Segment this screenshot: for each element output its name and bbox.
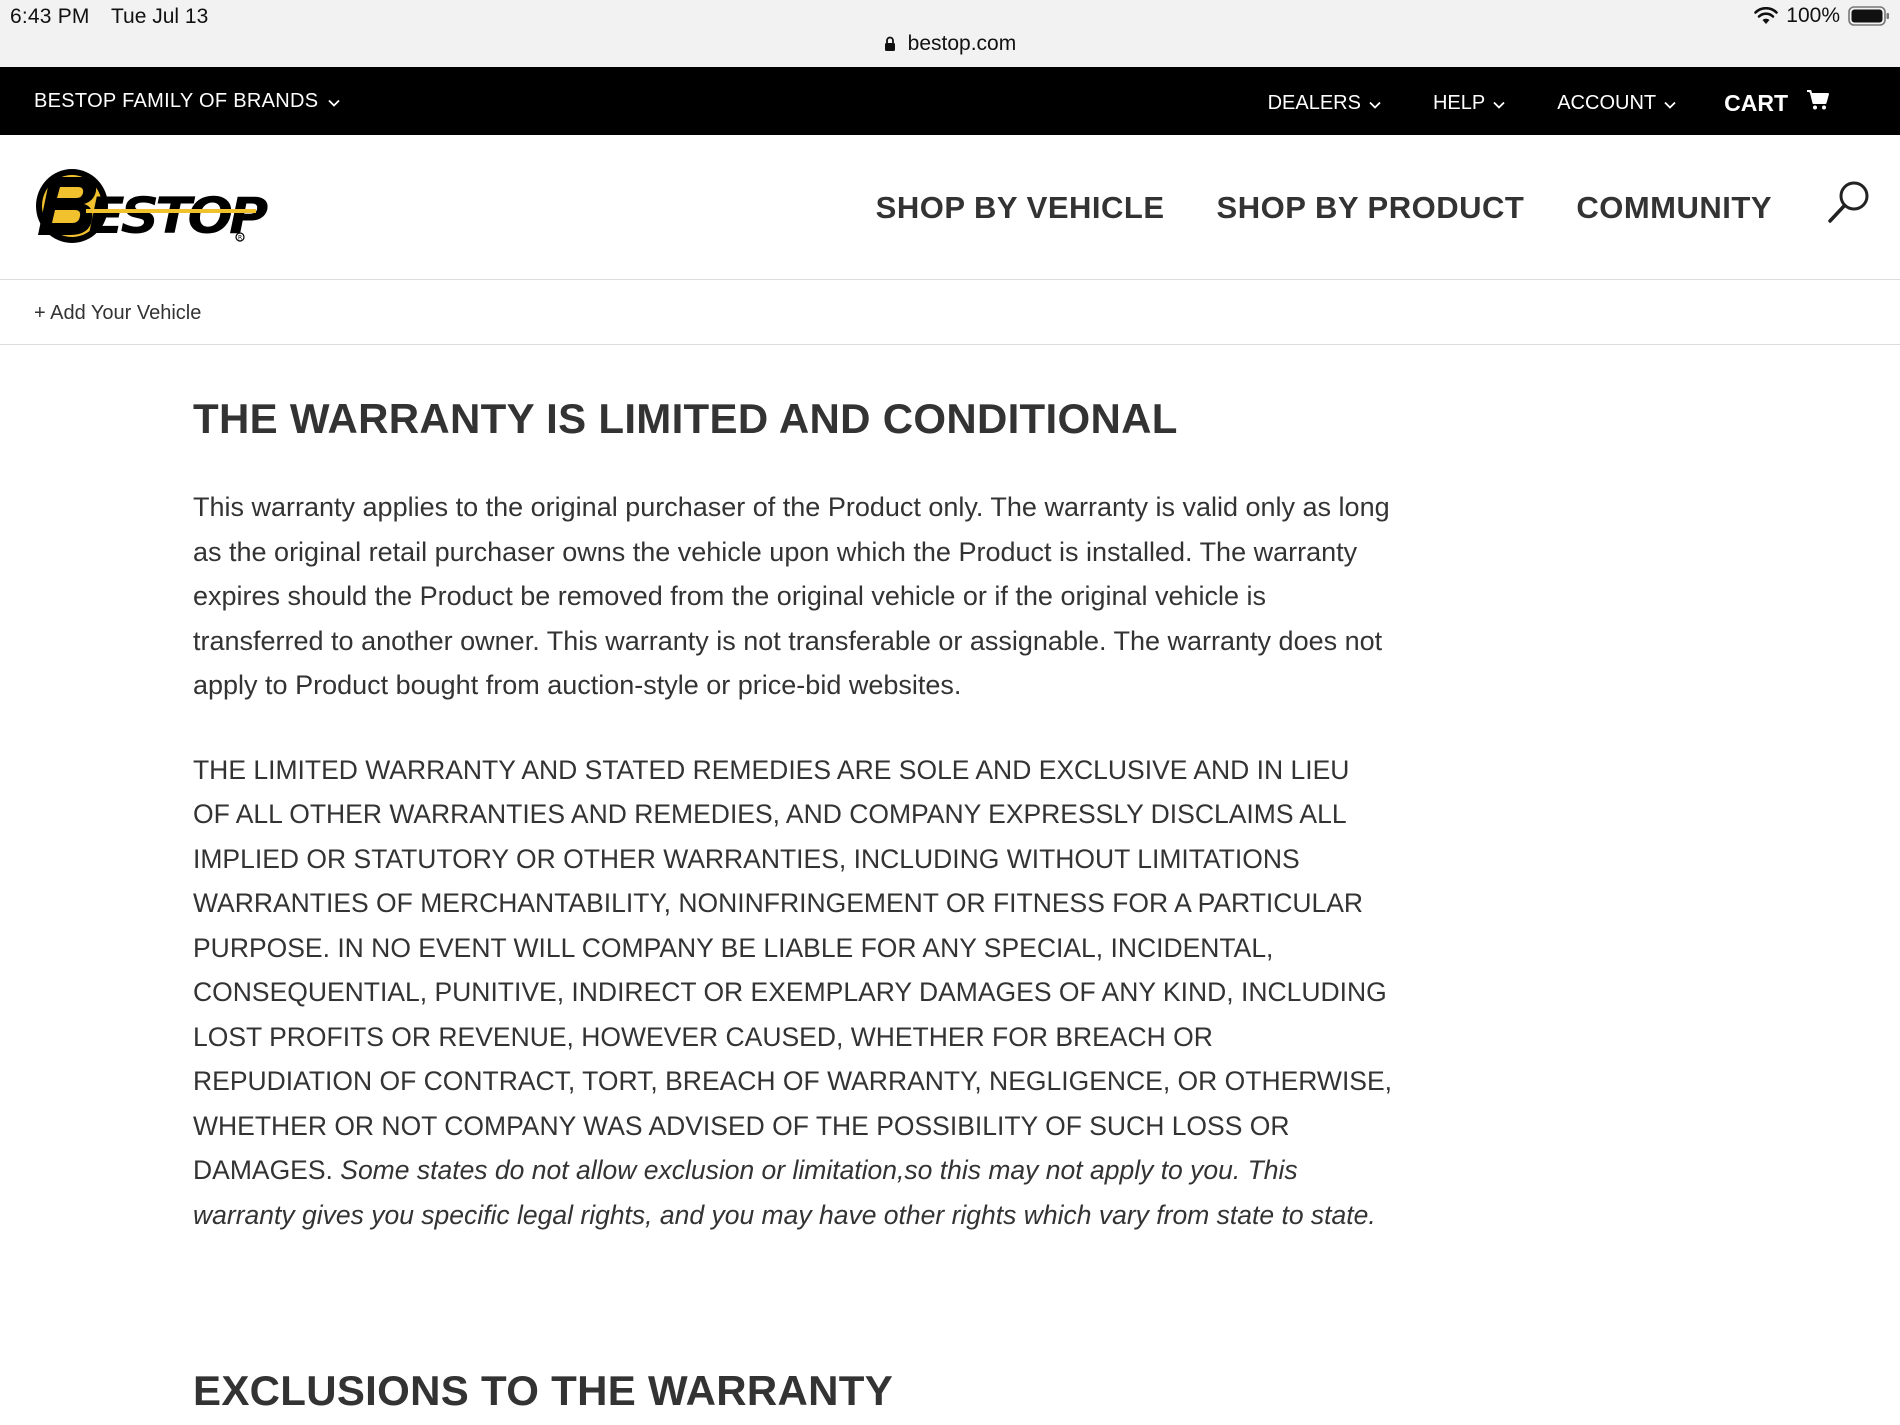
utility-nav: DEALERS HELP ACCOUNT CART	[1216, 89, 1830, 117]
chevron-down-icon	[328, 90, 341, 113]
lock-icon	[884, 34, 896, 58]
cart-label: CART	[1724, 89, 1788, 116]
cart-link[interactable]: CART	[1724, 89, 1830, 117]
svg-text:R: R	[238, 235, 242, 242]
browser-status-bar: 6:43 PM Tue Jul 13 100% bestop.com	[0, 0, 1900, 67]
nav-shop-by-product[interactable]: SHOP BY PRODUCT	[1217, 190, 1525, 226]
add-vehicle-link[interactable]: + Add Your Vehicle	[34, 302, 201, 325]
help-label: HELP	[1432, 91, 1486, 114]
disclaimer-caps-text: THE LIMITED WARRANTY AND STATED REMEDIES…	[193, 754, 1393, 1186]
utility-bar: BESTOP FAMILY OF BRANDS DEALERS HELP ACC…	[0, 67, 1900, 135]
vehicle-selector-bar: + Add Your Vehicle	[0, 280, 1900, 345]
main-nav: SHOP BY VEHICLE SHOP BY PRODUCT COMMUNIT…	[876, 190, 1772, 226]
family-of-brands-dropdown[interactable]: BESTOP FAMILY OF BRANDS	[34, 90, 341, 113]
wifi-icon	[1754, 7, 1779, 25]
address-bar[interactable]: bestop.com	[0, 32, 1900, 58]
warranty-paragraph: This warranty applies to the original pu…	[193, 492, 1390, 700]
nav-shop-by-vehicle[interactable]: SHOP BY VEHICLE	[876, 190, 1165, 226]
chevron-down-icon	[1664, 92, 1676, 115]
battery-icon	[1848, 6, 1890, 26]
chevron-down-icon	[1493, 92, 1505, 115]
dealers-label: DEALERS	[1267, 91, 1361, 114]
disclaimer-italic-text: Some states do not allow exclusion or li…	[193, 1155, 1376, 1230]
section-title: THE WARRANTY IS LIMITED AND CONDITIONAL	[193, 395, 1178, 442]
nav-community[interactable]: COMMUNITY	[1576, 190, 1772, 226]
dealers-dropdown[interactable]: DEALERS	[1268, 92, 1381, 115]
cart-icon	[1806, 89, 1830, 117]
account-label: ACCOUNT	[1557, 91, 1657, 114]
status-date: Tue Jul 13	[111, 5, 209, 28]
help-dropdown[interactable]: HELP	[1433, 92, 1505, 115]
url-text: bestop.com	[907, 32, 1017, 55]
search-icon[interactable]	[1826, 179, 1872, 230]
main-header: ESTOP R SHOP BY VEHICLE SHOP BY PRODUCT …	[0, 135, 1900, 280]
chevron-down-icon	[1369, 92, 1381, 115]
status-indicators: 100%	[1754, 4, 1890, 28]
battery-percent: 100%	[1786, 4, 1840, 27]
account-dropdown[interactable]: ACCOUNT	[1557, 92, 1676, 115]
status-time: 6:43 PM	[10, 5, 90, 28]
warranty-content: THE WARRANTY IS LIMITED AND CONDITIONAL …	[193, 395, 1393, 1237]
next-section-title: EXCLUSIONS TO THE WARRANTY	[193, 1367, 894, 1414]
bestop-logo[interactable]: ESTOP R	[32, 165, 272, 247]
disclaimer-paragraph: THE LIMITED WARRANTY AND STATED REMEDIES…	[193, 748, 1393, 1238]
family-of-brands-label: BESTOP FAMILY OF BRANDS	[34, 90, 319, 112]
